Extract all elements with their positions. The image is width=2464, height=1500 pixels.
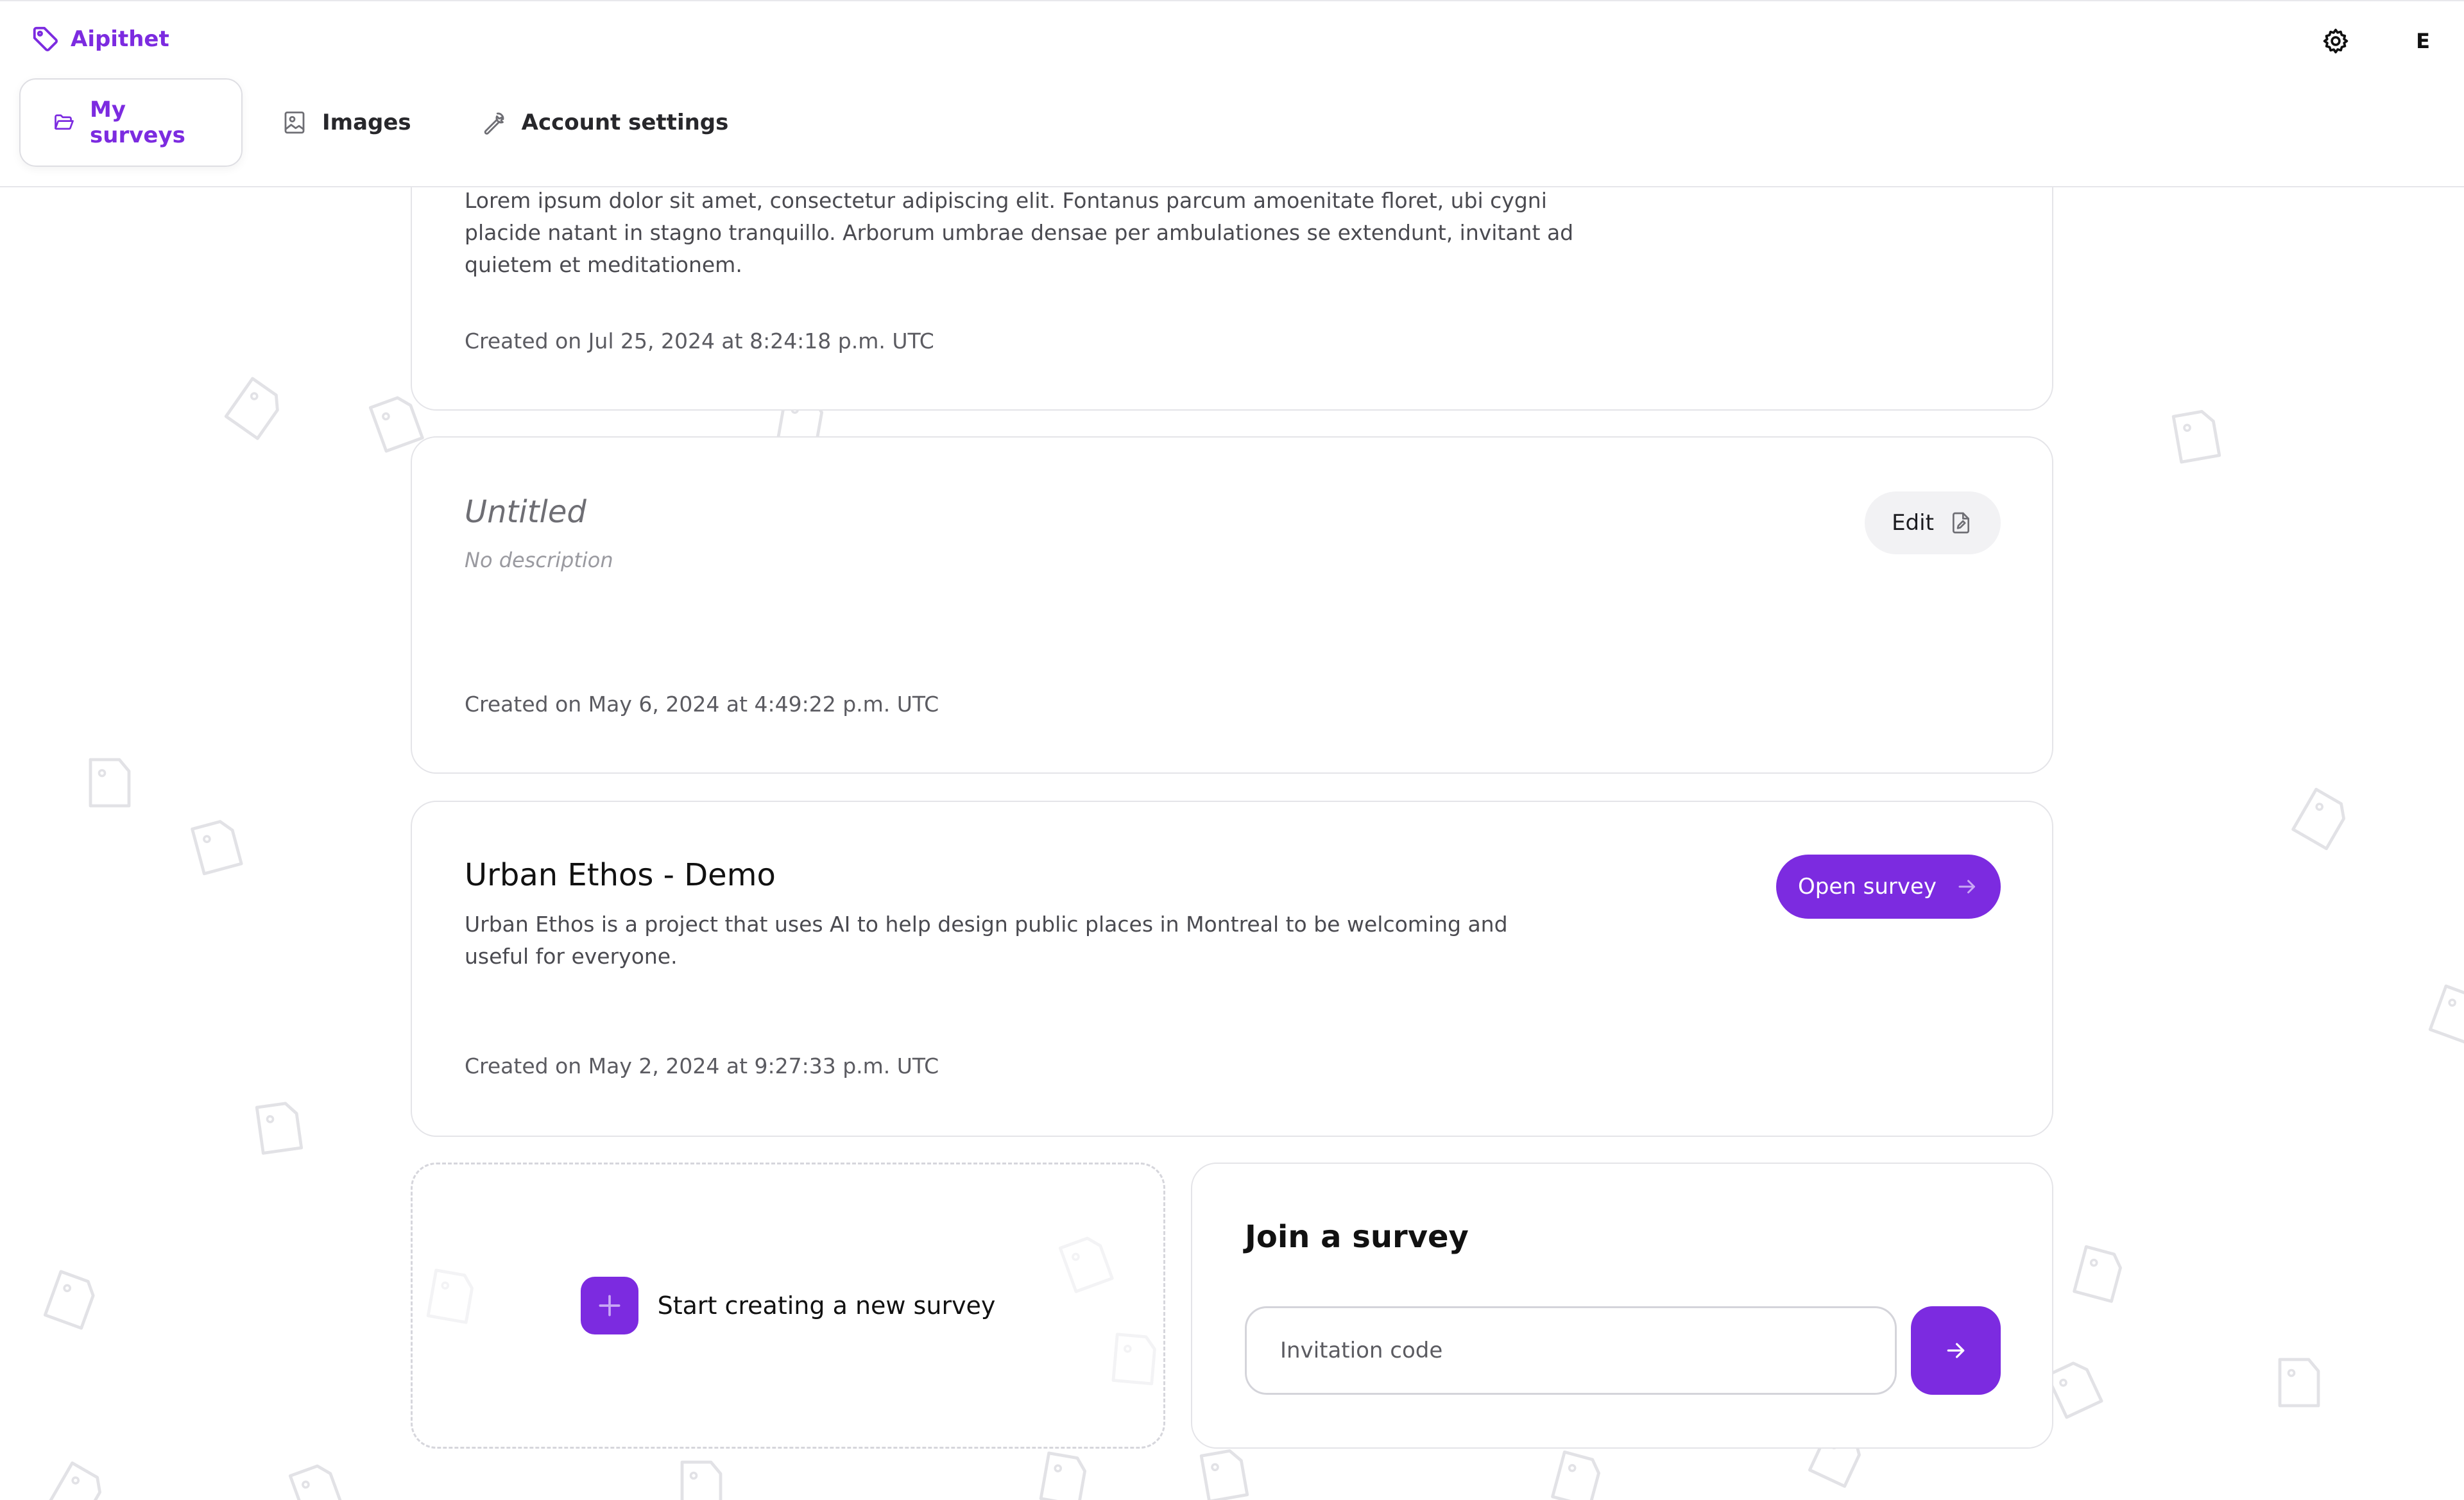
- tab-account-settings[interactable]: Account settings: [459, 78, 752, 167]
- main-nav: My surveys Images Account settings: [19, 78, 751, 167]
- survey-created-date: Created on Jul 25, 2024 at 8:24:18 p.m. …: [465, 328, 934, 354]
- tag-doodle: [680, 1460, 723, 1500]
- edit-file-icon: [1952, 512, 1969, 534]
- tab-label: My surveys: [90, 97, 185, 148]
- gear-icon: [2323, 28, 2348, 54]
- image-icon: [284, 111, 305, 134]
- tag-doodle: [2073, 1245, 2122, 1303]
- tag-doodle: [288, 1464, 344, 1500]
- tag-doodle: [2171, 410, 2221, 464]
- survey-created-date: Created on May 6, 2024 at 4:49:22 p.m. U…: [465, 692, 939, 717]
- tag-doodle: [191, 820, 243, 876]
- top-header: Aipithet E My surveys Images Account set…: [0, 0, 2464, 187]
- arrow-right-icon: [1958, 880, 1976, 894]
- tag-doodle: [1551, 1450, 1600, 1500]
- join-survey-submit-button[interactable]: [1911, 1306, 2001, 1395]
- create-survey-label: Start creating a new survey: [657, 1291, 996, 1320]
- survey-description: Urban Ethos is a project that uses AI to…: [465, 912, 1508, 969]
- tag-doodle: [1199, 1449, 1249, 1500]
- tag-doodle: [47, 1461, 101, 1500]
- tag-doodle: [2278, 1358, 2320, 1408]
- user-avatar[interactable]: E: [2405, 23, 2441, 59]
- tag-doodle: [89, 758, 131, 808]
- settings-button[interactable]: [2318, 23, 2354, 59]
- survey-card: Untitled No description Edit Created on …: [411, 436, 2053, 774]
- app-name: Aipithet: [71, 26, 169, 52]
- wrench-icon: [484, 112, 504, 135]
- edit-survey-button[interactable]: Edit: [1865, 491, 2001, 554]
- survey-description: No description: [465, 548, 613, 572]
- brand[interactable]: Aipithet: [31, 24, 169, 54]
- invitation-code-input[interactable]: [1245, 1306, 1897, 1395]
- survey-card: Urban Ethos - Demo Urban Ethos is a proj…: [411, 801, 2053, 1137]
- tab-label: Account settings: [521, 110, 729, 135]
- survey-created-date: Created on May 2, 2024 at 9:27:33 p.m. U…: [465, 1053, 939, 1078]
- tag-doodle: [368, 396, 424, 453]
- join-survey-panel: Join a survey: [1191, 1163, 2053, 1449]
- open-survey-button[interactable]: Open survey: [1776, 855, 2001, 919]
- plus-icon: [599, 1295, 620, 1317]
- open-survey-label: Open survey: [1797, 874, 1937, 899]
- tag-doodle: [255, 1102, 304, 1155]
- survey-title: Untitled: [465, 494, 586, 530]
- create-survey-button[interactable]: [580, 1277, 638, 1334]
- arrow-right-icon: [1947, 1343, 1965, 1358]
- join-survey-title: Join a survey: [1245, 1219, 1469, 1255]
- tag-doodle: [224, 377, 279, 440]
- survey-title: Urban Ethos - Demo: [465, 857, 776, 893]
- tag-doodle: [1039, 1451, 1087, 1500]
- tag-doodle: [2428, 984, 2464, 1044]
- tag-doodle: [2291, 787, 2345, 851]
- tab-label: Images: [322, 110, 411, 135]
- survey-description: Lorem ipsum dolor sit amet, consectetur …: [465, 188, 1574, 277]
- tag-logo-icon: [33, 26, 58, 51]
- tab-images[interactable]: Images: [259, 78, 434, 167]
- create-survey-panel[interactable]: Start creating a new survey: [411, 1163, 1165, 1449]
- tab-my-surveys[interactable]: My surveys: [19, 78, 243, 167]
- folder-open-icon: [55, 114, 74, 130]
- tag-doodle: [2045, 1361, 2103, 1419]
- tag-doodle: [43, 1270, 95, 1330]
- edit-label: Edit: [1892, 510, 1934, 536]
